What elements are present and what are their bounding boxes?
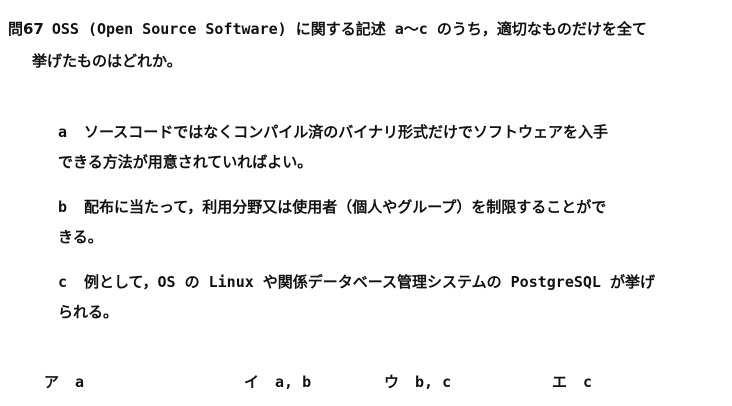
statement-text-line-1: 配布に当たって，利用分野又は使用者（個人やグループ）を制限することがで — [84, 198, 607, 216]
choice-value: a — [75, 373, 85, 391]
choice-value: b, c — [415, 373, 452, 391]
statement-a: a ソースコードではなくコンパイル済のバイナリ形式だけでソフトウェアを入手 — [58, 121, 608, 142]
question-stem: 問67 OSS (Open Source Software) に関する記述 a～c… — [8, 14, 724, 45]
statement-letter: c — [58, 273, 68, 291]
question-stem-line-1: OSS (Open Source Software) に関する記述 a～c のう… — [51, 20, 647, 38]
choice-label: エ — [552, 373, 568, 391]
statement-b-continuation: きる。 — [58, 228, 103, 246]
choice-label: ア — [44, 373, 60, 391]
statement-letter: b — [58, 198, 68, 216]
statement-letter: a — [58, 123, 68, 141]
choice-i[interactable]: イ a, b — [244, 371, 311, 392]
choice-label: イ — [244, 373, 260, 391]
choice-u[interactable]: ウ b, c — [384, 371, 451, 392]
statement-text-line-1: ソースコードではなくコンパイル済のバイナリ形式だけでソフトウェアを入手 — [84, 123, 608, 141]
choice-value: c — [583, 373, 593, 391]
choice-a[interactable]: アa — [44, 371, 84, 392]
question-number: 問67 — [8, 20, 44, 38]
question-stem-line-2: 挙げたものはどれか。 — [32, 52, 182, 70]
statement-c-continuation: られる。 — [58, 303, 119, 321]
exam-question-page: 問67 OSS (Open Source Software) に関する記述 a～c… — [0, 0, 732, 406]
statement-b: b 配布に当たって，利用分野又は使用者（個人やグループ）を制限することがで — [58, 196, 606, 217]
statement-a-continuation: できる方法が用意されていればよい。 — [58, 153, 313, 171]
choice-label: ウ — [384, 373, 400, 391]
choice-value: a, b — [275, 373, 312, 391]
statement-c: c 例として，OS の Linux や関係データベース管理システムの Postgr… — [58, 271, 655, 292]
statement-text-line-1: 例として，OS の Linux や関係データベース管理システムの Postgre… — [84, 273, 655, 291]
choice-e[interactable]: エc — [552, 371, 592, 392]
